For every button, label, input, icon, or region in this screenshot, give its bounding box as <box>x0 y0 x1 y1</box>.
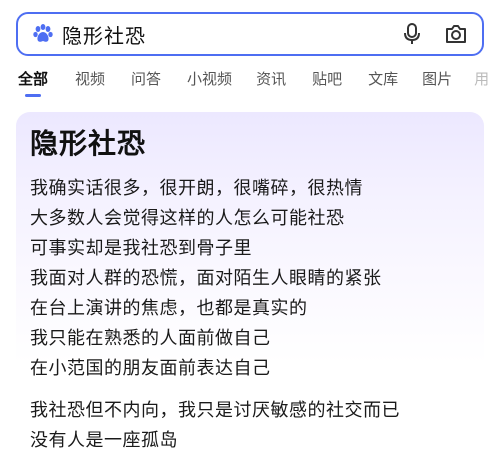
text-line: 在小范国的朋友面前表达自己 <box>30 358 271 379</box>
tab-news[interactable]: 资讯 <box>256 64 286 89</box>
tab-label: 全部 <box>18 70 49 88</box>
tab-video[interactable]: 视频 <box>75 64 105 89</box>
tab-wenku[interactable]: 文库 <box>368 64 398 89</box>
text-line: 大多数人会觉得这样的人怎么可能社恐 <box>30 208 345 229</box>
text-line: 我社恐但不内向，我只是讨厌敏感的社交而已 <box>30 400 400 421</box>
paragraph-2: 我社恐但不内向，我只是讨厌敏感的社交而已 没有人是一座孤岛 <box>30 396 476 456</box>
camera-icon[interactable] <box>444 22 468 46</box>
tab-more[interactable]: 用 <box>474 64 489 89</box>
tab-short-video[interactable]: 小视频 <box>187 64 232 89</box>
text-line: 我确实话很多，很开朗，很嘴碎，很热情 <box>30 178 363 199</box>
text-line: 我面对人群的恐慌，面对陌生人眼睛的紧张 <box>30 268 382 289</box>
card-title: 隐形社恐 <box>30 127 147 160</box>
paragraph-1: 我确实话很多，很开朗，很嘴碎，很热情 大多数人会觉得这样的人怎么可能社恐 可事实… <box>30 174 476 384</box>
tab-all[interactable]: 全部 <box>18 64 49 97</box>
search-tabs: 全部 视频 问答 小视频 资讯 贴吧 文库 图片 用 <box>0 64 500 104</box>
text-line: 可事实却是我社恐到骨子里 <box>30 238 252 259</box>
search-bar[interactable]: 隐形社恐 <box>16 12 484 56</box>
active-tab-indicator <box>25 94 41 97</box>
baidu-paw-icon <box>32 23 54 45</box>
microphone-icon[interactable] <box>400 22 424 46</box>
tab-tieba[interactable]: 贴吧 <box>312 64 342 89</box>
tab-qa[interactable]: 问答 <box>131 64 161 89</box>
search-input[interactable]: 隐形社恐 <box>62 20 400 49</box>
tab-images[interactable]: 图片 <box>422 64 452 89</box>
text-line: 在台上演讲的焦虑，也都是真实的 <box>30 298 308 319</box>
text-line: 没有人是一座孤岛 <box>30 430 178 451</box>
result-card: 隐形社恐 我确实话很多，很开朗，很嘴碎，很热情 大多数人会觉得这样的人怎么可能社… <box>16 112 484 472</box>
text-line: 我只能在熟悉的人面前做自己 <box>30 328 271 349</box>
